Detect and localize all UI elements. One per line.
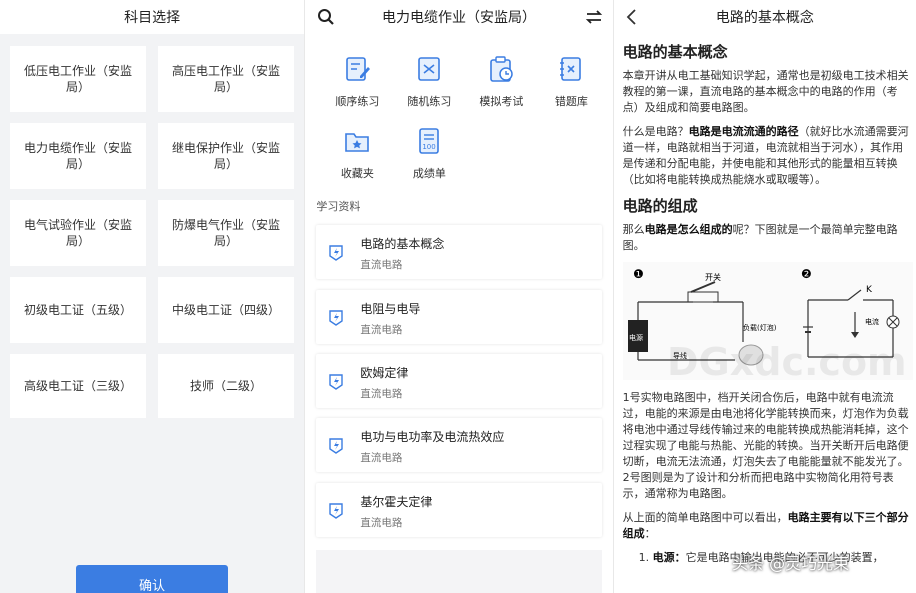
subject-card[interactable]: 初级电工证（五级） [10,277,146,343]
svg-text:❷: ❷ [801,267,812,281]
svg-text:❶: ❶ [633,267,644,281]
subject-card[interactable]: 电气试验作业（安监局） [10,200,146,266]
tool-label: 收藏夹 [340,167,374,180]
tool-label: 模拟考试 [479,95,524,108]
page-title: 电力电缆作业（安监局） [381,10,536,26]
subject-card[interactable]: 电力电缆作业（安监局） [10,123,146,189]
subject-card[interactable]: 高压电工作业（安监局） [158,46,294,112]
folder-star-icon [345,133,370,152]
clipboard-clock-icon [490,56,514,82]
subject-card[interactable]: 中级电工证（四级） [158,277,294,343]
screen: 科目选择 低压电工作业（安监局） 高压电工作业（安监局） 电力电缆作业（安监局） 继电… [0,0,916,593]
svg-text:100: 100 [423,143,436,151]
paragraph: 什么是电路？电路是电流流通的路径（就好比水流通需要河道一样，电路就相当于河道，电… [622,125,909,186]
tool-random-practice[interactable]: 随机练习 [394,54,464,109]
notebook-x-icon [560,57,582,81]
list-item-placeholder [316,550,603,593]
material-item[interactable]: 电功与电功率及电流热效应 直流电路 [316,418,603,472]
confirm-button[interactable]: 确认 [76,565,228,593]
material-item[interactable]: 电阻与电导 直流电路 [316,290,603,344]
svg-text:负载(灯泡): 负载(灯泡) [743,323,777,332]
paragraph: 从上面的简单电路图中可以看出，电路主要有以下三个部分组成： [622,511,909,540]
material-category: 直流电路 [360,452,403,464]
article-heading: 电路的基本概念 [622,43,728,61]
svg-text:电流: 电流 [865,317,879,326]
article-panel: 电路的基本概念 电路的基本概念 本章开讲从电工基础知识学起，通常也是初级电工技术… [613,0,916,593]
tool-label: 顺序练习 [335,95,380,108]
course-panel: 电力电缆作业（安监局） 顺序练习 随机练习 模拟考试 错题库 收藏夹 100 成… [305,0,613,593]
article-body: 电路的基本概念 本章开讲从电工基础知识学起，通常也是初级电工技术相关教程的第一课… [622,38,913,574]
material-item[interactable]: 电路的基本概念 直流电路 [316,225,603,279]
lightning-icon [329,374,344,390]
material-item[interactable]: 基尔霍夫定律 直流电路 [316,483,603,537]
tool-scores[interactable]: 100 成绩单 [394,126,464,181]
subject-card[interactable]: 防爆电气作业（安监局） [158,200,294,266]
edit-doc-icon [346,57,371,81]
source-badge: 头条 @灵巧光束 [732,554,850,573]
lightning-icon [329,438,344,454]
material-category: 直流电路 [360,259,403,271]
tool-wrong-questions[interactable]: 错题库 [536,54,606,109]
paragraph: 本章开讲从电工基础知识学起，通常也是初级电工技术相关教程的第一课，直流电路的基本… [622,69,909,114]
header: 电力电缆作业（安监局） [305,0,612,34]
lightning-icon [329,310,344,326]
lightning-icon [329,503,344,519]
material-category: 直流电路 [360,388,403,400]
tool-label: 成绩单 [412,167,446,180]
switch-icon[interactable] [585,8,603,30]
paragraph: 1号实物电路图中，档开关闭合伤后，电路中就有电流流过，电能的来源是由电池将化学能… [622,391,909,500]
search-icon[interactable] [317,8,335,30]
header: 电路的基本概念 [614,0,916,34]
circuit-diagram: ❶ 开关 电源 负载(灯泡) 导线 ❷ K 电流 DGxdc.com [622,262,913,384]
back-icon[interactable] [624,8,640,30]
material-title: 电阻与电导 [360,302,421,316]
score-sheet-icon: 100 [419,128,440,154]
lightning-icon [329,245,344,261]
subject-card[interactable]: 继电保护作业（安监局） [158,123,294,189]
material-title: 电路的基本概念 [360,237,445,251]
page-title: 科目选择 [0,0,305,34]
subject-card[interactable]: 高级电工证（三级） [10,354,146,418]
svg-text:开关: 开关 [705,272,721,282]
shuffle-card-icon [418,57,441,81]
section-heading: 电路的组成 [622,197,698,215]
paragraph: 那么电路是怎么组成的呢？下图就是一个最简单完整电路图。 [622,223,898,252]
material-item[interactable]: 欧姆定律 直流电路 [316,354,603,408]
tool-favorites[interactable]: 收藏夹 [322,126,392,181]
material-title: 基尔霍夫定律 [360,495,433,509]
material-category: 直流电路 [360,517,403,529]
tool-sequential-practice[interactable]: 顺序练习 [322,54,392,109]
material-title: 欧姆定律 [360,366,409,380]
subject-card[interactable]: 技师（二级） [158,354,294,418]
tool-label: 错题库 [554,95,588,108]
watermark: DGxdc.com [667,340,907,384]
material-title: 电功与电功率及电流热效应 [360,430,505,444]
subject-select-panel: 科目选择 低压电工作业（安监局） 高压电工作业（安监局） 电力电缆作业（安监局） 继电… [0,0,305,593]
section-title: 学习资料 [316,200,361,213]
svg-text:K: K [866,285,873,295]
page-title: 电路的基本概念 [715,10,814,26]
tool-mock-exam[interactable]: 模拟考试 [466,54,536,109]
subject-card[interactable]: 低压电工作业（安监局） [10,46,146,112]
material-category: 直流电路 [360,324,403,336]
svg-text:电源: 电源 [629,333,643,342]
tool-label: 随机练习 [407,95,452,108]
